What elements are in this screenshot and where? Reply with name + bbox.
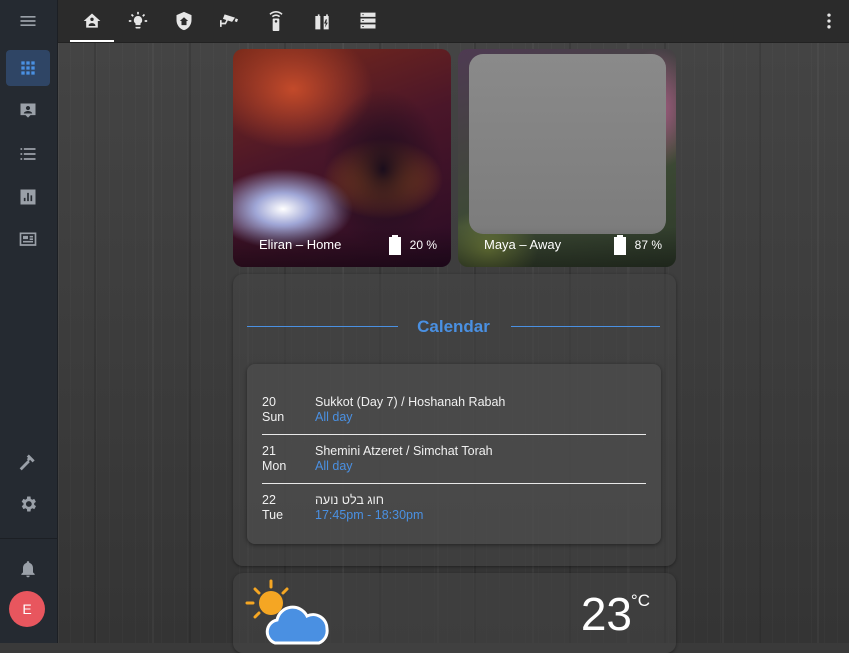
chart-icon: [20, 189, 36, 205]
server-icon: [360, 12, 376, 29]
sidebar-item-overview[interactable]: [6, 50, 50, 86]
person-card-eliran[interactable]: Eliran – Home 20 %: [233, 49, 451, 267]
event-summary: Shemini Atzeret / Simchat Torah: [315, 444, 493, 458]
gear-icon: [21, 496, 36, 512]
top-toolbar: [57, 0, 849, 43]
tab-lights[interactable]: [116, 0, 160, 42]
sidebar-item-logbook[interactable]: [6, 136, 50, 172]
shield-home-icon: [176, 11, 192, 31]
event-date: 20 Sun: [262, 395, 285, 424]
blurred-photo-area: [469, 54, 666, 234]
event-time: 17:45pm - 18:30pm: [315, 508, 424, 522]
weather-unit: °C: [630, 591, 650, 610]
event-date: 22 Tue: [262, 493, 284, 522]
tab-security[interactable]: [162, 0, 206, 42]
event-summary: Sukkot (Day 7) / Hoshanah Rabah: [315, 395, 506, 409]
avatar[interactable]: E: [9, 591, 45, 627]
battery-level: 87 %: [634, 238, 662, 252]
sidebar-item-developer-tools[interactable]: [6, 444, 50, 480]
event-summary: חוג בלט נועה: [315, 493, 385, 507]
sidebar-notifications-button[interactable]: [6, 551, 50, 587]
cctv-icon: [220, 14, 238, 27]
bell-icon: [21, 561, 35, 578]
list-icon: [20, 148, 36, 160]
event-date: 21 Mon: [262, 444, 287, 473]
battery-icon: [388, 235, 401, 255]
calendar-event-list: 20 Sun Sukkot (Day 7) / Hoshanah Rabah Al…: [247, 364, 661, 544]
tab-energy[interactable]: [300, 0, 344, 42]
calendar-title-line-right: [511, 326, 660, 327]
event-separator: [262, 434, 646, 435]
grid-icon: [21, 61, 35, 75]
battery-level: 20 %: [409, 238, 437, 252]
calendar-title[interactable]: Calendar: [247, 317, 660, 337]
hamburger-icon: [20, 16, 36, 26]
calendar-event[interactable]: 20 Sun Sukkot (Day 7) / Hoshanah Rabah Al…: [262, 395, 646, 439]
event-time: All day: [315, 410, 353, 424]
sidebar-divider: [0, 538, 57, 539]
sidebar-item-dashboard[interactable]: [6, 222, 50, 258]
person-card-maya[interactable]: Maya – Away 87 %: [458, 49, 676, 267]
tab-cameras[interactable]: [208, 0, 252, 42]
home-account-icon: [83, 13, 101, 28]
hammer-icon: [19, 454, 35, 471]
tab-servers[interactable]: [346, 0, 390, 42]
sidebar: E: [0, 0, 58, 643]
person-battery: 20 %: [388, 235, 437, 255]
partly-cloudy-sun-icon: [245, 579, 329, 645]
sidebar-menu-button[interactable]: [6, 3, 50, 39]
dots-vertical-icon: [827, 13, 831, 29]
event-separator: [262, 483, 646, 484]
overflow-menu-button[interactable]: [819, 11, 839, 31]
calendar-header: Calendar: [247, 317, 660, 337]
weather-temperature: 23: [580, 588, 632, 640]
sidebar-item-people[interactable]: [6, 93, 50, 129]
weather-card[interactable]: 23 °C: [233, 573, 676, 653]
sidebar-item-history[interactable]: [6, 179, 50, 215]
calendar-event[interactable]: 22 Tue חוג בלט נועה 17:45pm - 18:30pm: [262, 493, 646, 537]
tab-home[interactable]: [70, 0, 114, 42]
battery-charging-icon: [315, 14, 329, 30]
monitor-dashboard-icon: [19, 232, 37, 246]
calendar-card: Calendar 20 Sun Sukkot (Day 7) / Hoshanah…: [233, 274, 676, 566]
sidebar-item-settings[interactable]: [6, 486, 50, 522]
person-name: Eliran – Home: [259, 237, 342, 252]
remote-icon: [269, 11, 283, 31]
account-box-icon: [20, 103, 36, 118]
person-name: Maya – Away: [484, 237, 562, 252]
battery-icon: [613, 235, 626, 255]
calendar-event[interactable]: 21 Mon Shemini Atzeret / Simchat Torah Al…: [262, 444, 646, 488]
person-battery: 87 %: [613, 235, 662, 255]
lightbulb-icon: [128, 11, 148, 29]
event-time: All day: [315, 459, 353, 473]
tab-remote[interactable]: [254, 0, 298, 42]
